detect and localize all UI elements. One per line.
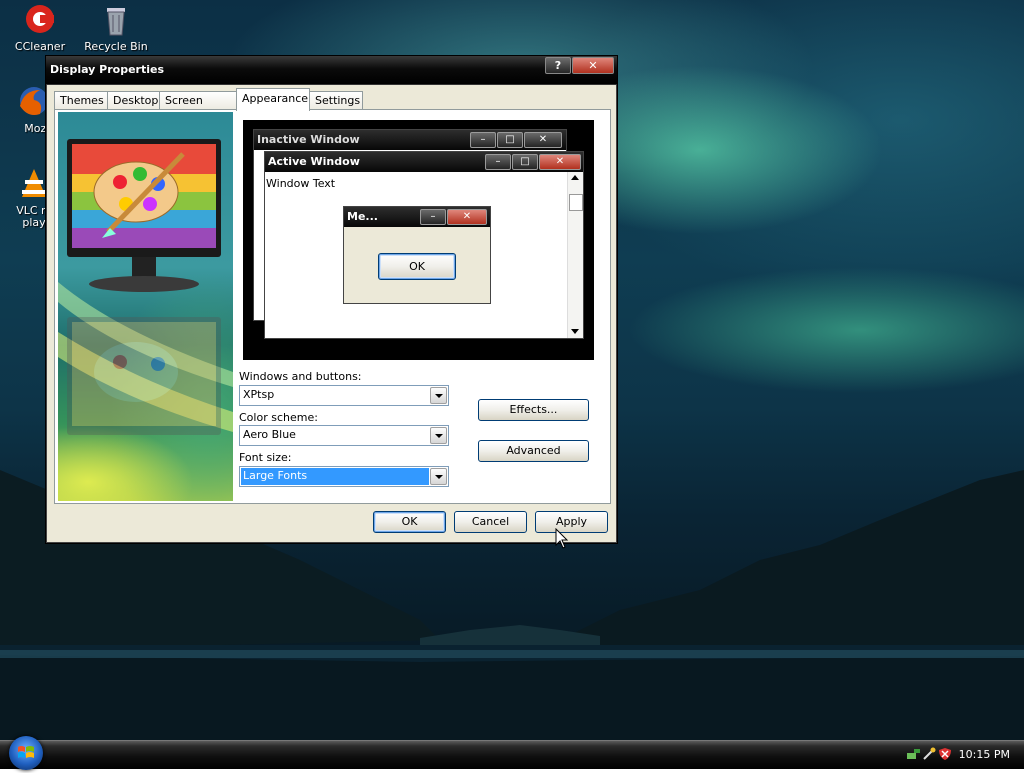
recycle-bin-desktop-icon[interactable]: Recycle Bin — [76, 2, 156, 53]
help-button[interactable]: ? — [545, 57, 571, 74]
security-shield-icon[interactable] — [938, 747, 952, 761]
tab-settings[interactable]: Settings — [309, 91, 363, 110]
apply-button[interactable]: Apply — [535, 511, 608, 533]
chevron-down-icon[interactable] — [430, 387, 447, 404]
close-icon: ✕ — [588, 59, 598, 72]
color-scheme-value: Aero Blue — [243, 428, 296, 441]
ccleaner-desktop-icon[interactable]: CCleaner — [0, 2, 80, 53]
scroll-up-arrow-icon — [571, 175, 579, 180]
appearance-panel: Inactive Window – □ ✕ Active Window – □ … — [54, 109, 611, 504]
message-close-icon: ✕ — [447, 209, 487, 225]
ccleaner-icon — [22, 2, 58, 38]
monitor-paint-palette-icon — [58, 139, 233, 435]
scroll-thumb — [569, 194, 583, 211]
windows-buttons-label: Windows and buttons: — [239, 370, 362, 383]
dialog-client-area: Themes Desktop Screen Saver Appearance S… — [50, 88, 613, 539]
chevron-down-icon[interactable] — [430, 468, 447, 485]
safely-remove-hardware-icon[interactable] — [922, 747, 936, 761]
tab-appearance[interactable]: Appearance — [236, 88, 310, 111]
recycle-bin-icon — [98, 2, 134, 38]
chevron-down-icon[interactable] — [430, 427, 447, 444]
font-size-select[interactable]: Large Fonts — [239, 466, 449, 487]
active-close-icon: ✕ — [539, 154, 581, 170]
appearance-hero-image — [58, 112, 233, 501]
start-button[interactable] — [9, 736, 43, 770]
font-size-value: Large Fonts — [241, 468, 429, 485]
taskbar-clock[interactable]: 10:15 PM — [959, 748, 1010, 761]
dialog-title: Display Properties — [50, 63, 165, 76]
active-minimize-icon: – — [485, 154, 511, 170]
color-scheme-label: Color scheme: — [239, 411, 318, 424]
color-scheme-select[interactable]: Aero Blue — [239, 425, 449, 446]
taskbar: 10:15 PM — [0, 736, 1024, 770]
inactive-close-icon: ✕ — [524, 132, 562, 148]
recycle-bin-label: Recycle Bin — [84, 40, 148, 53]
message-minimize-icon: – — [420, 209, 446, 225]
preview-window-text: Window Text — [266, 177, 336, 190]
appearance-preview: Inactive Window – □ ✕ Active Window – □ … — [243, 120, 594, 360]
windows-buttons-select[interactable]: XPtsp — [239, 385, 449, 406]
ok-button[interactable]: OK — [373, 511, 446, 533]
ccleaner-label: CCleaner — [14, 40, 66, 53]
tab-screen-saver[interactable]: Screen Saver — [159, 91, 238, 125]
windows-buttons-value: XPtsp — [243, 388, 275, 401]
advanced-button[interactable]: Advanced — [478, 440, 589, 462]
network-icon[interactable] — [906, 747, 920, 759]
inactive-maximize-icon: □ — [497, 132, 523, 148]
tab-desktop[interactable]: Desktop — [107, 91, 161, 110]
font-size-label: Font size: — [239, 451, 292, 464]
windows-logo-icon — [18, 746, 34, 758]
effects-button[interactable]: Effects... — [478, 399, 589, 421]
inactive-minimize-icon: – — [470, 132, 496, 148]
scroll-down-arrow-icon — [571, 329, 579, 334]
preview-scrollbar — [567, 172, 583, 338]
active-maximize-icon: □ — [512, 154, 538, 170]
tab-themes[interactable]: Themes — [54, 91, 108, 110]
dialog-titlebar[interactable]: Display Properties ? ✕ — [46, 56, 617, 85]
close-button[interactable]: ✕ — [572, 57, 614, 74]
system-tray: 10:15 PM — [900, 741, 1024, 769]
display-properties-dialog: Display Properties ? ✕ Themes Desktop Sc… — [45, 55, 618, 544]
mouse-cursor-icon — [555, 528, 569, 549]
preview-message-box: Me... – ✕ OK — [343, 206, 491, 304]
cancel-button[interactable]: Cancel — [454, 511, 527, 533]
preview-ok-button: OK — [378, 253, 456, 280]
